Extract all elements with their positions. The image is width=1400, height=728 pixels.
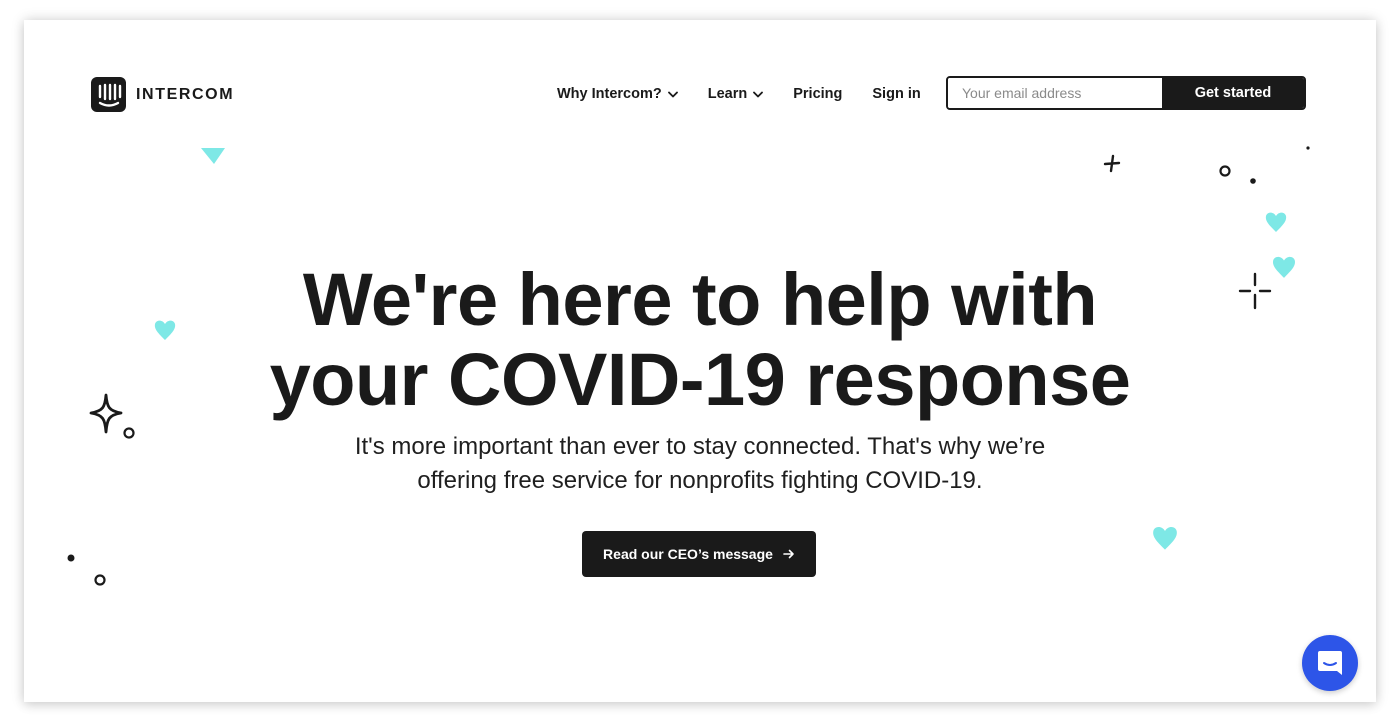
page-frame: INTERCOM Why Intercom? Learn Pricing Sig… xyxy=(24,20,1376,702)
heart-icon xyxy=(1153,527,1177,550)
circle-icon xyxy=(94,574,106,586)
hero-title-line: your COVID-19 response xyxy=(269,338,1131,421)
messenger-launcher[interactable] xyxy=(1302,635,1358,691)
hero-title-line: We're here to help with xyxy=(302,258,1098,341)
nav-learn[interactable]: Learn xyxy=(708,86,764,102)
get-started-button[interactable]: Get started xyxy=(1162,78,1304,108)
read-ceo-message-button[interactable]: Read our CEO’s message xyxy=(582,531,816,577)
chevron-down-icon xyxy=(667,91,678,97)
sparkle-icon xyxy=(1103,154,1121,173)
hero-subtitle-line: offering free service for nonprofits fig… xyxy=(417,467,983,494)
hero-subtitle: It's more important than ever to stay co… xyxy=(24,430,1376,498)
nav-why-intercom[interactable]: Why Intercom? xyxy=(557,86,678,102)
arrow-right-icon xyxy=(783,549,794,559)
nav-learn-label: Learn xyxy=(707,86,748,102)
hero-subtitle-line: It's more important than ever to stay co… xyxy=(354,433,1046,460)
dot-icon xyxy=(1306,146,1310,150)
signup-form: Get started xyxy=(946,76,1306,110)
dot-icon xyxy=(67,554,75,562)
hero-title: We're here to help with your COVID-19 re… xyxy=(24,260,1376,420)
nav-pricing-label: Pricing xyxy=(793,86,843,102)
heart-icon xyxy=(1265,212,1287,232)
email-input[interactable] xyxy=(948,78,1162,108)
main-nav: Why Intercom? Learn Pricing Sign in xyxy=(557,77,951,111)
intercom-logo-icon xyxy=(91,77,126,112)
nav-pricing[interactable]: Pricing xyxy=(793,86,842,102)
brand-name: INTERCOM xyxy=(136,85,235,103)
heart-icon xyxy=(201,148,225,164)
nav-why-intercom-label: Why Intercom? xyxy=(557,86,662,102)
dot-icon xyxy=(1250,178,1256,184)
nav-sign-in-label: Sign in xyxy=(872,86,921,102)
circle-icon xyxy=(1219,165,1231,177)
chat-bubble-icon xyxy=(1318,651,1342,675)
chevron-down-icon xyxy=(753,91,764,97)
cta-label: Read our CEO’s message xyxy=(603,546,773,562)
nav-sign-in[interactable]: Sign in xyxy=(872,86,920,102)
intercom-logo[interactable]: INTERCOM xyxy=(91,77,234,112)
